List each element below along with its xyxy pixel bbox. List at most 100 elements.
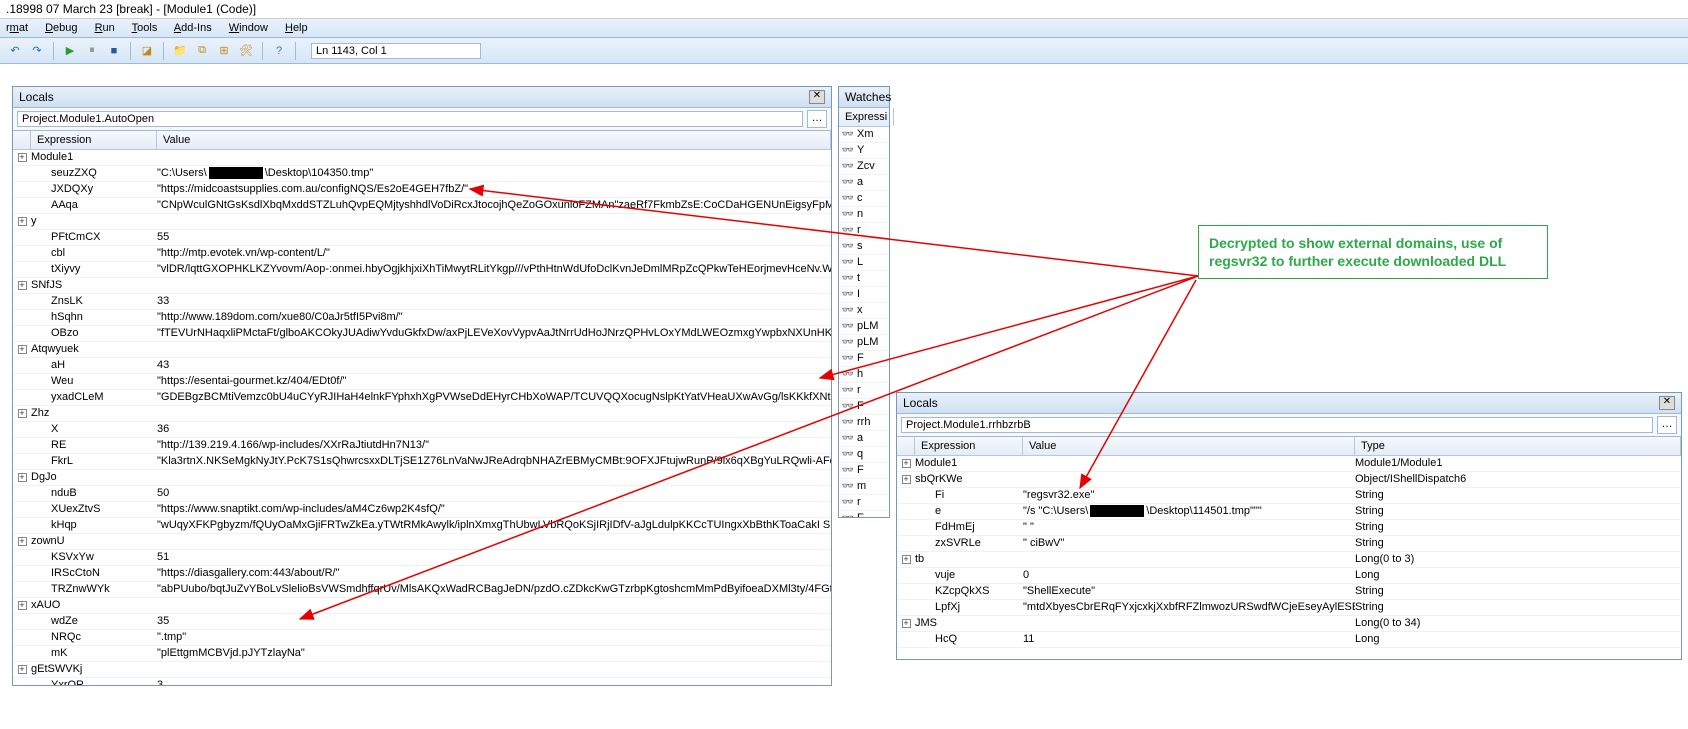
object-browser-icon[interactable]: ⊞: [215, 42, 233, 60]
watch-row[interactable]: F: [839, 399, 889, 415]
context-input[interactable]: [901, 417, 1653, 433]
locals-row[interactable]: +DgJo: [13, 470, 831, 486]
locals-row[interactable]: +tbLong(0 to 3): [897, 552, 1681, 568]
watch-row[interactable]: rrh: [839, 415, 889, 431]
undo-icon[interactable]: ↶: [6, 42, 24, 60]
expand-icon[interactable]: +: [897, 616, 915, 631]
locals-row[interactable]: nduB50: [13, 486, 831, 502]
locals-row[interactable]: ZnsLK33: [13, 294, 831, 310]
locals-row[interactable]: KZcpQkXS"ShellExecute"String: [897, 584, 1681, 600]
redo-icon[interactable]: ↷: [28, 42, 46, 60]
expand-icon[interactable]: +: [13, 534, 31, 549]
watch-row[interactable]: Y: [839, 143, 889, 159]
locals-row[interactable]: +Atqwyuek: [13, 342, 831, 358]
watch-row[interactable]: r: [839, 383, 889, 399]
watch-row[interactable]: r: [839, 495, 889, 511]
locals-row[interactable]: +sbQrKWeObject/IShellDispatch6: [897, 472, 1681, 488]
locals-row[interactable]: AAqa"CNpWculGNtGsKsdlXbqMxddSTZLuhQvpEQM…: [13, 198, 831, 214]
locals-row[interactable]: KSVxYw51: [13, 550, 831, 566]
locals-row[interactable]: NRQc".tmp": [13, 630, 831, 646]
pause-icon[interactable]: ⏸: [83, 42, 101, 60]
expand-icon[interactable]: +: [13, 406, 31, 421]
locals-row[interactable]: LpfXj"mtdXbyesCbrERqFYxjcxkjXxbfRFZlmwoz…: [897, 600, 1681, 616]
locals-row[interactable]: +Module1: [13, 150, 831, 166]
expand-icon[interactable]: +: [897, 552, 915, 567]
locals-row[interactable]: FdHmEj" "String: [897, 520, 1681, 536]
col-expression[interactable]: Expression: [31, 131, 157, 149]
stop-icon[interactable]: ■: [105, 42, 123, 60]
watches-grid[interactable]: XmYZcvacnrsLtIxpLMpLMFhrFrrhaqFmrFF: [839, 127, 889, 517]
locals-row[interactable]: RE"http://139.219.4.166/wp-includes/XXrR…: [13, 438, 831, 454]
locals-row[interactable]: +JMSLong(0 to 34): [897, 616, 1681, 632]
watch-row[interactable]: c: [839, 191, 889, 207]
watch-row[interactable]: r: [839, 223, 889, 239]
locals-row[interactable]: e"/s "C:\Users\\Desktop\114501.tmp"""Str…: [897, 504, 1681, 520]
locals-row[interactable]: +Module1Module1/Module1: [897, 456, 1681, 472]
design-mode-icon[interactable]: ◪: [138, 42, 156, 60]
locals-row[interactable]: HcQ11Long: [897, 632, 1681, 648]
locals-row[interactable]: IRScCtoN"https://diasgallery.com:443/abo…: [13, 566, 831, 582]
watch-row[interactable]: pLM: [839, 335, 889, 351]
locals-row[interactable]: zxSVRLe" ciBwV"String: [897, 536, 1681, 552]
close-icon[interactable]: ✕: [809, 90, 825, 104]
expand-icon[interactable]: +: [13, 342, 31, 357]
menu-help[interactable]: Help: [285, 22, 308, 34]
locals-row[interactable]: +zownU: [13, 534, 831, 550]
expand-icon[interactable]: +: [897, 472, 915, 487]
watch-row[interactable]: F: [839, 511, 889, 517]
locals-row[interactable]: aH43: [13, 358, 831, 374]
locals-row[interactable]: +SNfJS: [13, 278, 831, 294]
watch-row[interactable]: n: [839, 207, 889, 223]
locals-grid[interactable]: +Module1Module1/Module1+sbQrKWeObject/IS…: [897, 456, 1681, 659]
locals-row[interactable]: Fi"regsvr32.exe"String: [897, 488, 1681, 504]
col-expression[interactable]: Expression: [915, 437, 1023, 455]
locals-row[interactable]: FkrL"Kla3rtnX.NKSeMgkNyJtY.PcK7S1sQhwrcs…: [13, 454, 831, 470]
locals-row[interactable]: +gEtSWVKj: [13, 662, 831, 678]
watch-row[interactable]: I: [839, 287, 889, 303]
context-more-button[interactable]: …: [807, 110, 827, 128]
locals-row[interactable]: X36: [13, 422, 831, 438]
locals-row[interactable]: +xAUO: [13, 598, 831, 614]
watch-row[interactable]: L: [839, 255, 889, 271]
watch-row[interactable]: s: [839, 239, 889, 255]
col-expression[interactable]: Expressi: [839, 108, 894, 126]
properties-icon[interactable]: ⧉: [193, 42, 211, 60]
watch-row[interactable]: F: [839, 463, 889, 479]
watch-row[interactable]: h: [839, 367, 889, 383]
expand-icon[interactable]: +: [13, 278, 31, 293]
locals-row[interactable]: JXDQXy"https://midcoastsupplies.com.au/c…: [13, 182, 831, 198]
expand-icon[interactable]: +: [897, 456, 915, 471]
watch-row[interactable]: F: [839, 351, 889, 367]
expand-icon[interactable]: +: [13, 150, 31, 165]
watch-row[interactable]: x: [839, 303, 889, 319]
watch-row[interactable]: t: [839, 271, 889, 287]
locals-row[interactable]: PFtCmCX55: [13, 230, 831, 246]
locals-row[interactable]: seuzZXQ"C:\Users\\Desktop\104350.tmp": [13, 166, 831, 182]
expand-icon[interactable]: +: [13, 662, 31, 677]
expand-icon[interactable]: +: [13, 598, 31, 613]
locals-row[interactable]: cbl"http://mtp.evotek.vn/wp-content/L/": [13, 246, 831, 262]
toolbox-icon[interactable]: 🛠: [237, 42, 255, 60]
menu-window[interactable]: Window: [229, 22, 268, 34]
watch-row[interactable]: q: [839, 447, 889, 463]
locals-row[interactable]: YxrOR3: [13, 678, 831, 685]
locals-row[interactable]: Weu"https://esentai-gourmet.kz/404/EDt0f…: [13, 374, 831, 390]
menu-run[interactable]: Run: [95, 22, 115, 34]
locals-row[interactable]: tXiyvy"vlDR/lqttGXOPHKLKZYvovm/Aop-:onme…: [13, 262, 831, 278]
menu-addins[interactable]: Add-Ins: [174, 22, 212, 34]
context-input[interactable]: [17, 111, 803, 127]
menu-rmat[interactable]: rmat: [6, 22, 28, 34]
locals-row[interactable]: kHqp"wUqyXFKPgbyzm/fQUyOaMxGjiFRTwZkEa.y…: [13, 518, 831, 534]
locals-row[interactable]: XUexZtvS"https://www.snaptikt.com/wp-inc…: [13, 502, 831, 518]
menu-debug[interactable]: Debug: [45, 22, 77, 34]
watch-row[interactable]: m: [839, 479, 889, 495]
locals-row[interactable]: vuje0Long: [897, 568, 1681, 584]
close-icon[interactable]: ✕: [1659, 396, 1675, 410]
context-more-button[interactable]: …: [1657, 416, 1677, 434]
watch-row[interactable]: a: [839, 431, 889, 447]
locals-row[interactable]: TRZnwWYk"abPUubo/bqtJuZvYBoLvSlelioBsVWS…: [13, 582, 831, 598]
locals-row[interactable]: OBzo"fTEVUrNHaqxliPMctaFt/glboAKCOkyJUAd…: [13, 326, 831, 342]
expand-icon[interactable]: +: [13, 214, 31, 229]
watch-row[interactable]: Zcv: [839, 159, 889, 175]
locals-row[interactable]: mK"plEttgmMCBVjd.pJYTzlayNa": [13, 646, 831, 662]
